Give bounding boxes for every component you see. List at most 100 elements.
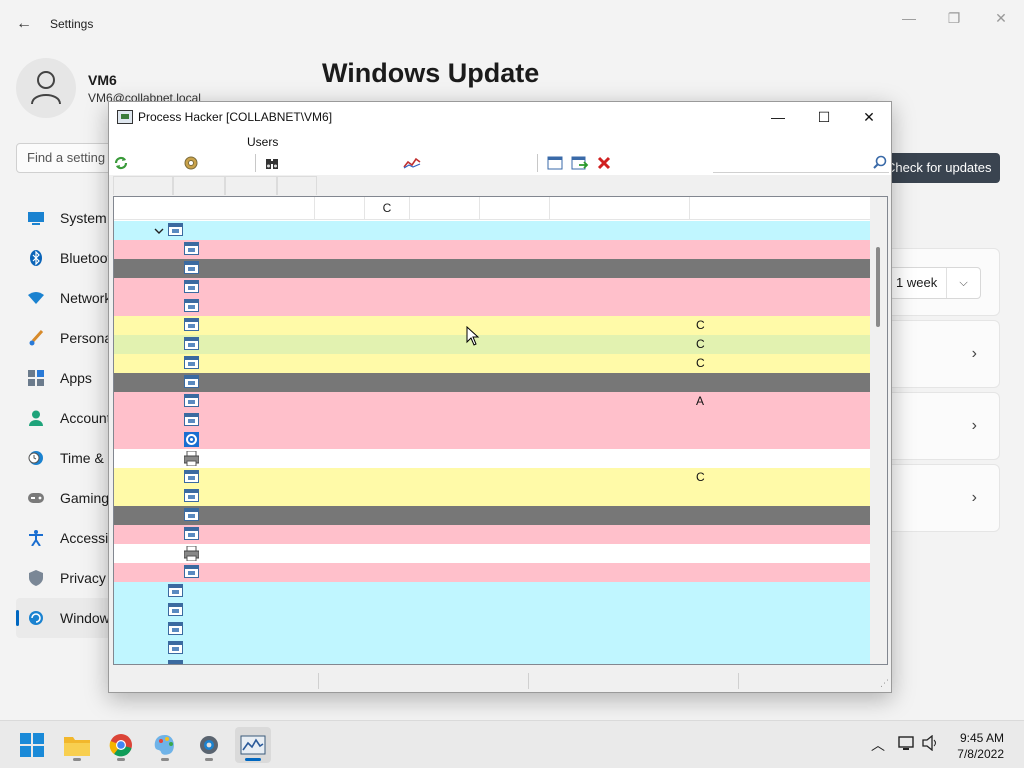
column-header-io[interactable]: [410, 197, 480, 220]
process-row[interactable]: [114, 544, 870, 563]
file-explorer-button[interactable]: [59, 727, 95, 763]
nav-item-bluetooth[interactable]: Bluetooth & devices: [16, 238, 112, 278]
column-header-private-bytes[interactable]: [480, 197, 550, 220]
volume-icon[interactable]: [922, 734, 940, 754]
column-header-user[interactable]: [550, 197, 690, 220]
process-icon: [184, 299, 199, 314]
process-row[interactable]: [114, 563, 870, 582]
nav-label: Privacy & security: [60, 570, 112, 586]
nav-item-accounts[interactable]: Accounts: [16, 398, 112, 438]
close-icon[interactable]: ✕: [854, 106, 884, 128]
windows-logo-icon: [20, 733, 44, 757]
find-handles-icon[interactable]: [265, 154, 279, 172]
process-row[interactable]: [114, 620, 870, 639]
ph-titlebar[interactable]: Process Hacker [COLLABNET\VM6] — ☐ ✕: [109, 102, 891, 132]
tab-services[interactable]: [173, 176, 225, 195]
process-row[interactable]: C: [114, 316, 870, 335]
process-icon: [184, 413, 199, 428]
refresh-icon[interactable]: [113, 154, 129, 172]
paint-button[interactable]: [147, 727, 183, 763]
process-row[interactable]: [114, 449, 870, 468]
process-row[interactable]: [114, 506, 870, 525]
process-row[interactable]: [114, 430, 870, 449]
settings-search-input[interactable]: Find a setting: [16, 143, 116, 173]
nav-item-apps[interactable]: Apps: [16, 358, 112, 398]
nav-item-personalization[interactable]: Personalization: [16, 318, 112, 358]
back-arrow-icon[interactable]: ←: [14, 14, 34, 34]
system-information-icon[interactable]: [403, 154, 421, 172]
nav-item-gaming[interactable]: Gaming: [16, 478, 112, 518]
chrome-button[interactable]: [103, 727, 139, 763]
network-icon[interactable]: [898, 735, 916, 754]
process-row[interactable]: [114, 278, 870, 297]
column-header-name[interactable]: [114, 197, 315, 220]
process-row[interactable]: [114, 297, 870, 316]
process-row[interactable]: C: [114, 354, 870, 373]
nav-item-network[interactable]: Network & internet: [16, 278, 112, 318]
avatar[interactable]: [16, 58, 76, 118]
nav-item-system[interactable]: System: [16, 198, 112, 238]
system-clock[interactable]: 9:45 AM 7/8/2022: [957, 730, 1004, 762]
process-icon: [184, 318, 199, 333]
process-row[interactable]: [114, 240, 870, 259]
process-row[interactable]: [114, 582, 870, 601]
terminate-icon[interactable]: [597, 154, 611, 172]
ph-search-input[interactable]: [713, 153, 889, 173]
process-row[interactable]: [114, 221, 870, 240]
process-row[interactable]: [114, 658, 870, 664]
running-indicator: [245, 758, 261, 761]
window-icon[interactable]: [547, 154, 563, 172]
process-row[interactable]: [114, 373, 870, 392]
process-row[interactable]: [114, 411, 870, 430]
nav-label: Windows Update: [60, 610, 112, 626]
process-icon: [184, 527, 199, 542]
pause-duration-select[interactable]: 1 week ⌵: [889, 267, 981, 299]
nav-item-accessibility[interactable]: Accessibility: [16, 518, 112, 558]
tree-rows: CCCAC: [114, 221, 870, 664]
apps-icon: [28, 370, 44, 386]
ph-toolbar: [109, 151, 891, 175]
options-gear-icon[interactable]: [183, 154, 199, 172]
resize-grip-icon[interactable]: ⋰: [880, 678, 889, 689]
ph-menubar: Users: [109, 132, 891, 151]
process-row[interactable]: [114, 639, 870, 658]
process-tree[interactable]: C CCCAC: [113, 196, 888, 665]
process-row[interactable]: C: [114, 468, 870, 487]
column-header-description[interactable]: [690, 197, 870, 220]
maximize-icon[interactable]: ☐: [809, 106, 839, 128]
nav-item-windows-update[interactable]: Windows Update: [16, 598, 112, 638]
nav-item-privacy[interactable]: Privacy & security: [16, 558, 112, 598]
close-icon[interactable]: ✕: [987, 8, 1015, 28]
minimize-icon[interactable]: —: [763, 106, 793, 128]
scrollbar-thumb[interactable]: [876, 247, 880, 327]
minimize-icon[interactable]: —: [895, 8, 923, 28]
restore-icon[interactable]: ❐: [940, 8, 968, 28]
process-row[interactable]: A: [114, 392, 870, 411]
chevron-down-icon[interactable]: [154, 224, 164, 234]
process-icon: [184, 356, 199, 371]
process-row[interactable]: [114, 259, 870, 278]
tab-disk[interactable]: [277, 176, 317, 195]
tab-network[interactable]: [225, 176, 277, 195]
vertical-scrollbar[interactable]: [870, 197, 887, 664]
process-row[interactable]: C: [114, 335, 870, 354]
column-header-cpu[interactable]: C: [365, 197, 410, 220]
process-hacker-taskbar-button[interactable]: [235, 727, 271, 763]
settings-nav: System Bluetooth & devices Network & int…: [16, 198, 112, 638]
taskbar: ︿ 9:45 AM 7/8/2022: [0, 720, 1024, 768]
chevron-right-icon: ›: [971, 417, 977, 434]
chevron-up-icon[interactable]: ︿: [871, 735, 885, 755]
menu-users[interactable]: Users: [247, 135, 278, 149]
user-name: VM6: [88, 72, 117, 88]
nav-item-time-language[interactable]: Time & language: [16, 438, 112, 478]
tab-processes[interactable]: [113, 176, 173, 195]
nav-label: Bluetooth & devices: [60, 250, 112, 266]
process-row[interactable]: [114, 487, 870, 506]
go-to-window-icon[interactable]: [571, 154, 589, 172]
process-row[interactable]: [114, 601, 870, 620]
chevron-down-icon: ⌵: [946, 268, 980, 298]
column-header-pid[interactable]: [315, 197, 365, 220]
start-button[interactable]: [14, 727, 50, 763]
settings-button[interactable]: [191, 727, 227, 763]
process-row[interactable]: [114, 525, 870, 544]
